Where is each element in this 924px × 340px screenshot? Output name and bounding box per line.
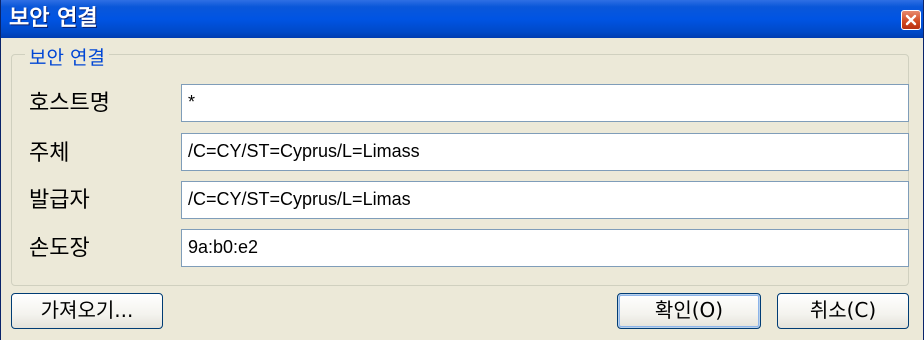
close-button[interactable] [901,10,921,30]
hostname-field[interactable]: * [181,84,909,122]
fingerprint-label: 손도장 [29,236,90,261]
import-button[interactable]: 가져오기... [11,293,163,329]
hostname-label: 호스트명 [29,91,110,116]
issuer-field[interactable]: /C=CY/ST=Cyprus/L=Limas [181,181,909,219]
window-title: 보안 연결 [9,6,98,31]
ok-button[interactable]: 확인(O) [617,293,761,329]
subject-field[interactable]: /C=CY/ST=Cyprus/L=Limass [181,133,909,171]
subject-label: 주체 [29,141,70,166]
close-icon [905,11,917,30]
group-title: 보안 연결 [25,47,109,69]
fingerprint-field[interactable]: 9a:b0:e2 [181,229,909,267]
issuer-label: 발급자 [29,188,90,213]
title-bar[interactable]: 보안 연결 [1,0,923,38]
dialog-window: 보안 연결 보안 연결 호스트명 * 주체 /C=CY/ST=Cyprus/L=… [0,0,924,340]
cancel-button[interactable]: 취소(C) [777,293,909,329]
